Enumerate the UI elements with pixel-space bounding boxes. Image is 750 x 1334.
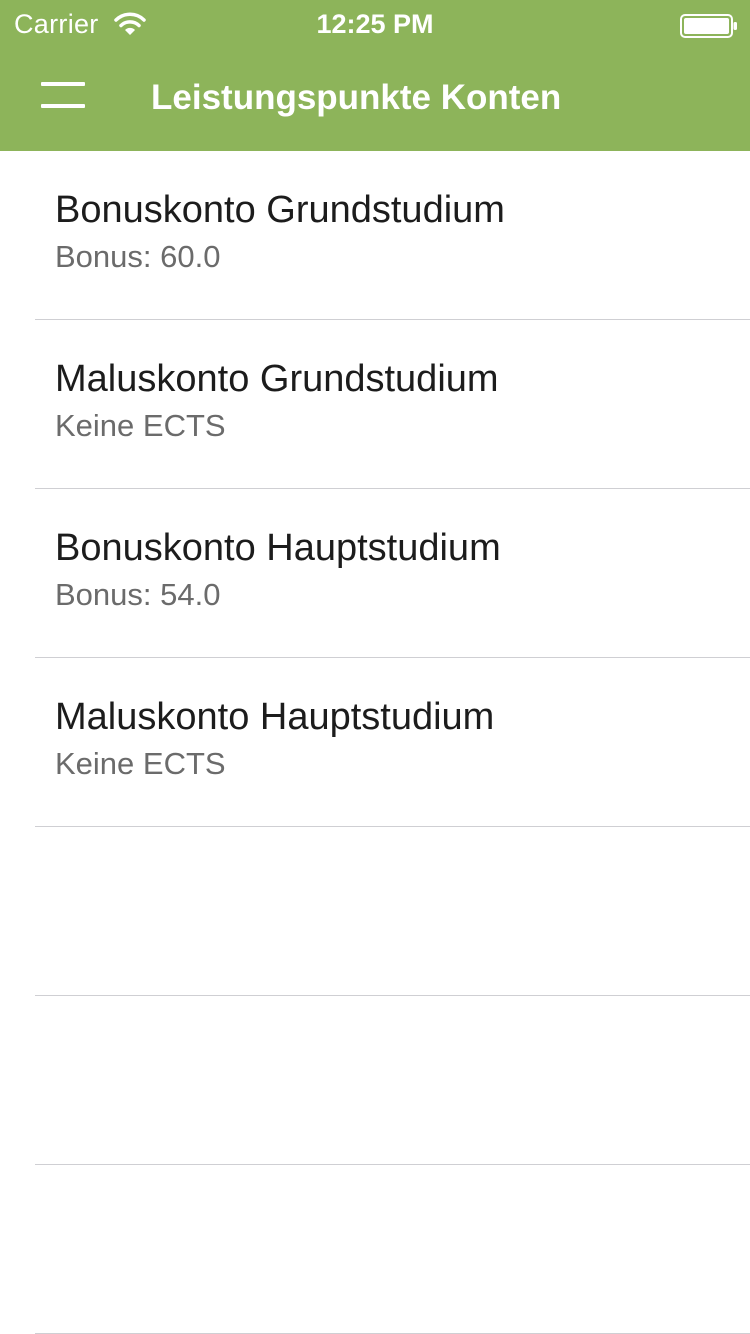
status-time: 12:25 PM — [316, 9, 434, 39]
battery-icon — [680, 14, 737, 38]
list-item-maluskonto-hauptstudium[interactable]: Maluskonto Hauptstudium Keine ECTS — [0, 658, 750, 827]
status-bar: Carrier 12:25 PM — [0, 0, 750, 48]
list-item-subtitle: Keine ECTS — [55, 746, 226, 781]
page-title: Leistungspunkte Konten — [151, 78, 562, 117]
empty-row — [0, 827, 750, 996]
list-item-title: Maluskonto Grundstudium — [55, 358, 499, 400]
list-item-subtitle: Bonus: 60.0 — [55, 239, 221, 274]
accounts-list: Bonuskonto Grundstudium Bonus: 60.0 Malu… — [0, 151, 750, 1334]
list-item-bonuskonto-grundstudium[interactable]: Bonuskonto Grundstudium Bonus: 60.0 — [0, 151, 750, 320]
list-item-subtitle: Bonus: 54.0 — [55, 577, 221, 612]
list-item-title: Bonuskonto Hauptstudium — [55, 527, 501, 569]
list-item-subtitle: Keine ECTS — [55, 408, 226, 443]
app-screen: Carrier 12:25 PM Leistungspunkte Konten … — [0, 0, 750, 1334]
empty-row — [0, 996, 750, 1165]
header: Carrier 12:25 PM Leistungspunkte Konten — [0, 0, 750, 151]
menu-line-bottom — [41, 104, 85, 108]
list-item-bonuskonto-hauptstudium[interactable]: Bonuskonto Hauptstudium Bonus: 54.0 — [0, 489, 750, 658]
hamburger-menu-icon[interactable] — [41, 82, 85, 112]
list-item-title: Bonuskonto Grundstudium — [55, 189, 505, 231]
navigation-bar: Leistungspunkte Konten — [0, 48, 750, 151]
list-item-title: Maluskonto Hauptstudium — [55, 696, 495, 738]
menu-line-top — [41, 82, 85, 86]
list-item-maluskonto-grundstudium[interactable]: Maluskonto Grundstudium Keine ECTS — [0, 320, 750, 489]
empty-row — [0, 1165, 750, 1334]
